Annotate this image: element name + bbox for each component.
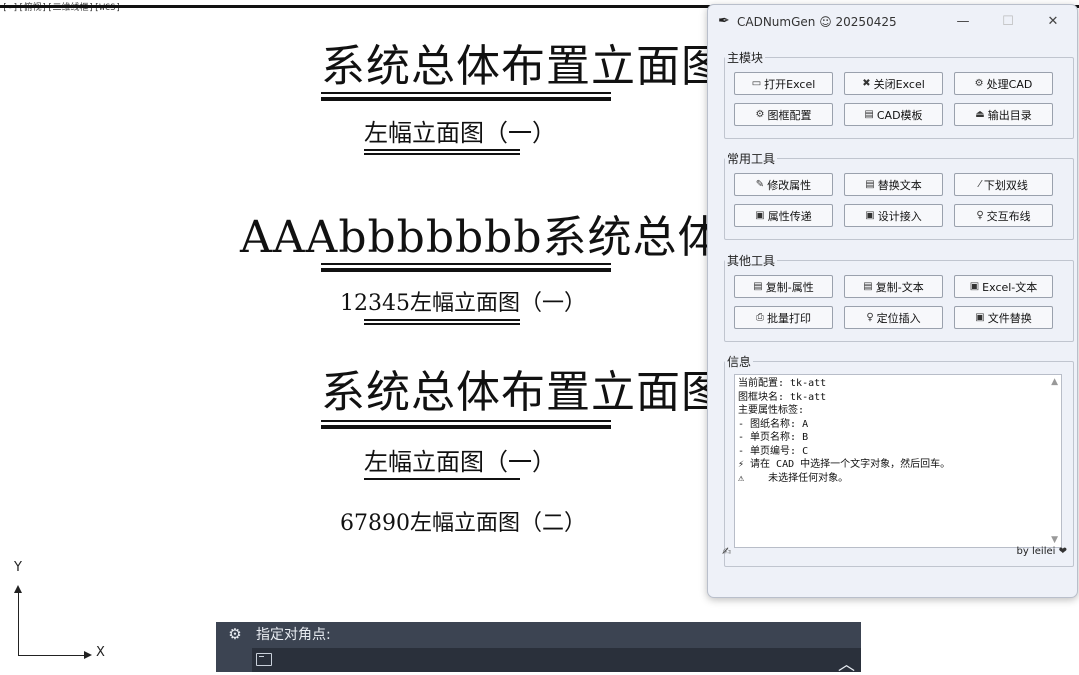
pin-icon: ♀: [866, 312, 874, 323]
cad-template-button[interactable]: ▤ CAD模板: [844, 103, 943, 126]
printer-icon: ⎙: [756, 312, 764, 323]
interactive-wiring-button[interactable]: ♀ 交互布线: [954, 204, 1053, 227]
copy-attribute-button[interactable]: ▤ 复制-属性: [734, 275, 833, 298]
ucs-x-arrow-icon: [84, 651, 92, 659]
output-directory-button[interactable]: ⏏ 输出目录: [954, 103, 1053, 126]
drawing-subtitle-text[interactable]: 左幅立面图（一）: [364, 450, 556, 474]
double-underline-button[interactable]: ⁄ 下划双线: [954, 173, 1053, 196]
pin-icon: ♀: [976, 210, 984, 221]
document-icon: ▤: [863, 281, 873, 292]
ucs-x-label: X: [96, 645, 105, 660]
main-module-group: 主模块 ▭ 打开Excel ✖ 关闭Excel ⚙ 处理CAD ⚙ 图框配置 ▤ CAD模…: [724, 49, 1074, 139]
file-replace-button[interactable]: ▣ 文件替换: [954, 306, 1053, 329]
close-button[interactable]: ✕: [1038, 12, 1068, 32]
document-icon: ▤: [753, 281, 763, 292]
box-icon: ▣: [755, 210, 765, 221]
feather-icon: ✒: [718, 13, 730, 29]
ucs-y-arrow-icon: [14, 585, 22, 593]
copy-text-button[interactable]: ▤ 复制-文本: [844, 275, 943, 298]
modify-attribute-button[interactable]: ✎ 修改属性: [734, 173, 833, 196]
maximize-button[interactable]: ☐: [993, 12, 1023, 32]
subtitle-underline: [364, 149, 520, 151]
excel-text-button[interactable]: ▣ Excel-文本: [954, 275, 1053, 298]
command-prompt: 指定对角点:: [256, 627, 331, 643]
close-excel-button[interactable]: ✖ 关闭Excel: [844, 72, 943, 95]
pen-icon: ✍: [722, 545, 732, 558]
gear-icon: ⚙: [974, 78, 984, 89]
subtitle-underline: [364, 478, 520, 480]
locate-insert-button[interactable]: ♀ 定位插入: [844, 306, 943, 329]
design-access-button[interactable]: ▣ 设计接入: [844, 204, 943, 227]
group-label: 信息: [725, 353, 754, 370]
box-icon: ▣: [865, 210, 875, 221]
heart-icon: ❤: [1058, 546, 1067, 557]
group-label: 常用工具: [725, 150, 778, 167]
window-icon: ▭: [751, 78, 762, 89]
attribute-transfer-button[interactable]: ▣ 属性传递: [734, 204, 833, 227]
drawing-subtitle-text[interactable]: 12345左幅立面图（一）: [340, 293, 586, 315]
drawing-title-text[interactable]: 系统总体布置立面图: [321, 45, 726, 89]
replace-text-button[interactable]: ▤ 替换文本: [844, 173, 943, 196]
drawing-subtitle-text[interactable]: 67890左幅立面图（二）: [340, 513, 586, 535]
document-icon: ▤: [864, 109, 874, 120]
title-underline-thin: [321, 263, 611, 265]
scroll-down-icon[interactable]: ▼: [1051, 535, 1058, 545]
minimize-button[interactable]: —: [948, 12, 978, 32]
drawing-subtitle-text[interactable]: 左幅立面图（一）: [364, 121, 556, 145]
gear-icon: ⚙: [755, 109, 765, 120]
command-line: ⚙ 指定对角点: ︿: [216, 622, 861, 675]
common-tools-group: 常用工具 ✎ 修改属性 ▤ 替换文本 ⁄ 下划双线 ▣ 属性传递 ▣ 设计接入 ♀ 交互布线: [724, 150, 1074, 240]
open-excel-button[interactable]: ▭ 打开Excel: [734, 72, 833, 95]
title-underline-thick: [321, 97, 611, 101]
gear-icon[interactable]: ⚙: [227, 626, 243, 642]
cadnumgen-window: ✒ CADNumGen ☺ 20250425 — ☐ ✕ 主模块 ▭ 打开Exce…: [707, 4, 1078, 598]
title-underline-thin: [321, 92, 611, 94]
document-icon: ▤: [865, 179, 875, 190]
title-underline-thick: [321, 268, 611, 272]
ucs-y-axis: [18, 590, 19, 656]
process-cad-button[interactable]: ⚙ 处理CAD: [954, 72, 1053, 95]
frame-config-button[interactable]: ⚙ 图框配置: [734, 103, 833, 126]
chevron-up-icon[interactable]: ︿: [838, 650, 855, 675]
other-tools-group: 其他工具 ▤ 复制-属性 ▤ 复制-文本 ▣ Excel-文本 ⎙ 批量打印 ♀ 定位插入…: [724, 252, 1074, 342]
command-input[interactable]: ︿: [252, 648, 861, 675]
info-log-textarea[interactable]: 当前配置: tk-att 图框块名: tk-att 主要属性标签: - 图纸名称…: [734, 374, 1062, 548]
credit-text: by leilei ❤: [1016, 546, 1067, 557]
window-title: CADNumGen ☺ 20250425: [737, 15, 897, 29]
drawing-title-text[interactable]: 系统总体布置立面图: [321, 371, 726, 415]
pencil-icon: ✎: [755, 179, 765, 190]
scroll-up-icon[interactable]: ▲: [1051, 377, 1058, 387]
group-label: 其他工具: [725, 252, 778, 269]
subtitle-underline: [364, 153, 520, 155]
terminal-icon: [256, 653, 272, 666]
info-group: 信息 当前配置: tk-att 图框块名: tk-att 主要属性标签: - 图…: [724, 353, 1074, 567]
title-bar[interactable]: ✒ CADNumGen ☺ 20250425 — ☐ ✕: [708, 5, 1077, 39]
line-icon: ⁄: [979, 179, 981, 190]
title-underline-thin: [321, 420, 611, 422]
subtitle-underline: [364, 323, 520, 325]
ucs-x-axis: [18, 655, 86, 656]
box-icon: ▣: [975, 312, 985, 323]
ucs-y-label: Y: [14, 560, 22, 575]
group-label: 主模块: [725, 49, 766, 66]
title-underline-thick: [321, 425, 611, 429]
export-icon: ⏏: [975, 109, 985, 120]
info-log-text: 当前配置: tk-att 图框块名: tk-att 主要属性标签: - 图纸名称…: [738, 378, 951, 484]
box-icon: ▣: [969, 281, 980, 292]
batch-print-button[interactable]: ⎙ 批量打印: [734, 306, 833, 329]
subtitle-underline: [364, 319, 520, 321]
close-x-icon: ✖: [862, 78, 871, 89]
